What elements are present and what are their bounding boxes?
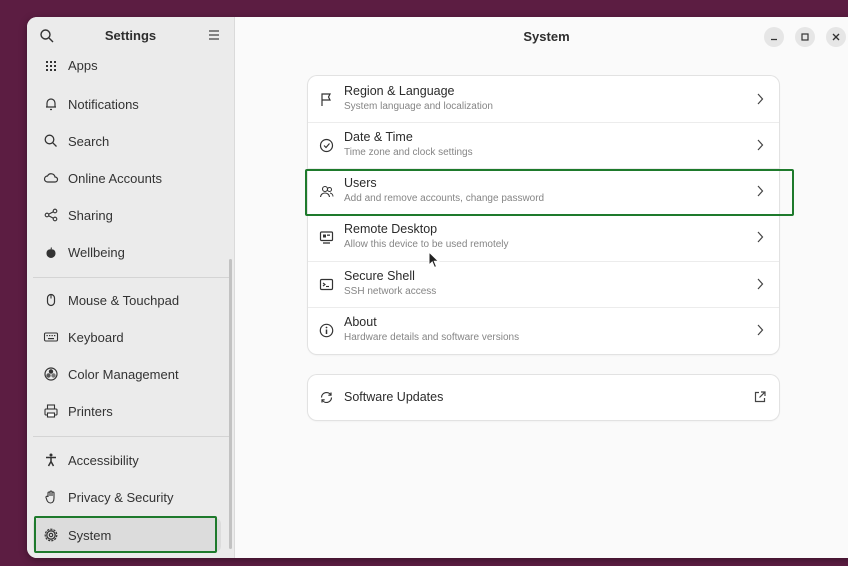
chevron-right-icon <box>757 231 764 243</box>
row-title: About <box>344 315 377 329</box>
sidebar-item-label: Mouse & Touchpad <box>68 293 180 308</box>
sidebar-item-sharing[interactable]: Sharing <box>33 198 221 232</box>
minimize-button[interactable] <box>764 27 784 47</box>
row-subtitle: System language and localization <box>344 101 493 112</box>
sidebar-item-label: Color Management <box>68 367 179 382</box>
chevron-right-icon <box>757 324 764 336</box>
sidebar-title: Settings <box>104 28 157 43</box>
palette-icon <box>44 367 58 381</box>
sidebar-item-label: Keyboard <box>68 330 124 345</box>
info-icon <box>319 323 334 338</box>
minimize-icon <box>771 38 777 41</box>
row-subtitle: SSH network access <box>344 286 437 297</box>
close-button[interactable] <box>826 27 846 47</box>
row-title: Secure Shell <box>344 269 415 283</box>
share-icon <box>44 208 58 222</box>
sidebar-divider <box>33 277 229 278</box>
sidebar-item-accessibility[interactable]: Accessibility <box>33 443 221 477</box>
settings-window: Settings Apps Notifications Search Onlin… <box>27 17 848 558</box>
hand-icon <box>45 490 55 504</box>
row-divider <box>308 261 779 262</box>
accessibility-icon <box>46 453 56 467</box>
sidebar-item-label: Printers <box>68 404 113 419</box>
row-subtitle: Hardware details and software versions <box>344 332 520 343</box>
row-secure-shell[interactable]: Secure Shell SSH network access <box>308 261 779 307</box>
highlight-box-system <box>34 516 217 553</box>
sidebar-item-search[interactable]: Search <box>33 124 221 158</box>
sidebar-item-apps[interactable]: Apps <box>33 50 221 84</box>
sidebar-item-printers[interactable]: Printers <box>33 394 221 428</box>
sidebar-item-label: Privacy & Security <box>68 490 174 505</box>
flag-icon <box>321 93 331 106</box>
wellbeing-icon <box>46 247 56 258</box>
refresh-icon <box>320 391 333 404</box>
highlight-box-users <box>305 169 794 216</box>
row-subtitle: Time zone and clock settings <box>344 147 473 158</box>
sidebar-item-label: Search <box>68 134 110 149</box>
sidebar-item-privacy-security[interactable]: Privacy & Security <box>33 480 221 514</box>
row-title: Remote Desktop <box>344 222 438 236</box>
sidebar-item-wellbeing[interactable]: Wellbeing <box>33 235 221 269</box>
row-title: Software Updates <box>344 390 444 404</box>
sidebar-item-keyboard[interactable]: Keyboard <box>33 320 221 354</box>
mouse-icon <box>46 293 56 307</box>
chevron-right-icon <box>757 278 764 290</box>
chevron-right-icon <box>757 139 764 151</box>
sidebar-item-color-management[interactable]: Color Management <box>33 357 221 391</box>
sidebar-item-notifications[interactable]: Notifications <box>33 87 221 121</box>
sidebar-item-label: Sharing <box>68 208 113 223</box>
search-icon <box>44 134 57 147</box>
sidebar-scrollbar[interactable] <box>229 259 232 549</box>
row-divider <box>308 122 779 123</box>
keyboard-icon <box>43 332 59 342</box>
hamburger-menu-icon[interactable] <box>207 28 221 42</box>
mouse-cursor-icon <box>428 251 440 269</box>
external-link-icon <box>754 391 766 403</box>
apps-grid-icon <box>46 61 56 71</box>
sidebar-item-label: Accessibility <box>68 453 139 468</box>
row-about[interactable]: About Hardware details and software vers… <box>308 307 779 353</box>
terminal-icon <box>319 278 334 291</box>
row-subtitle: Allow this device to be used remotely <box>344 239 509 250</box>
sidebar: Settings Apps Notifications Search Onlin… <box>27 17 235 558</box>
close-icon <box>832 33 840 41</box>
row-date-time[interactable]: Date & Time Time zone and clock settings <box>308 122 779 168</box>
row-title: Region & Language <box>344 84 455 98</box>
sidebar-item-label: Wellbeing <box>68 245 125 260</box>
maximize-icon <box>801 33 809 41</box>
row-title: Date & Time <box>344 130 413 144</box>
bell-icon <box>46 98 56 111</box>
main-content: System Region & Language System language… <box>235 17 848 558</box>
row-remote-desktop[interactable]: Remote Desktop Allow this device to be u… <box>308 214 779 260</box>
sidebar-divider <box>33 436 229 437</box>
row-software-updates[interactable]: Software Updates <box>308 375 779 420</box>
sidebar-item-online-accounts[interactable]: Online Accounts <box>33 161 221 195</box>
sidebar-item-label: Apps <box>68 58 98 73</box>
row-region-language[interactable]: Region & Language System language and lo… <box>308 76 779 122</box>
sidebar-item-label: Online Accounts <box>68 171 162 186</box>
printer-icon <box>44 404 58 418</box>
maximize-button[interactable] <box>795 27 815 47</box>
remote-desktop-icon <box>319 231 334 244</box>
page-title: System <box>523 29 570 44</box>
clock-icon <box>319 138 334 153</box>
software-updates-card: Software Updates <box>308 375 779 420</box>
row-divider <box>308 307 779 308</box>
cloud-icon <box>43 173 59 183</box>
sidebar-item-label: Notifications <box>68 97 139 112</box>
chevron-right-icon <box>757 93 764 105</box>
sidebar-item-mouse-touchpad[interactable]: Mouse & Touchpad <box>33 283 221 317</box>
